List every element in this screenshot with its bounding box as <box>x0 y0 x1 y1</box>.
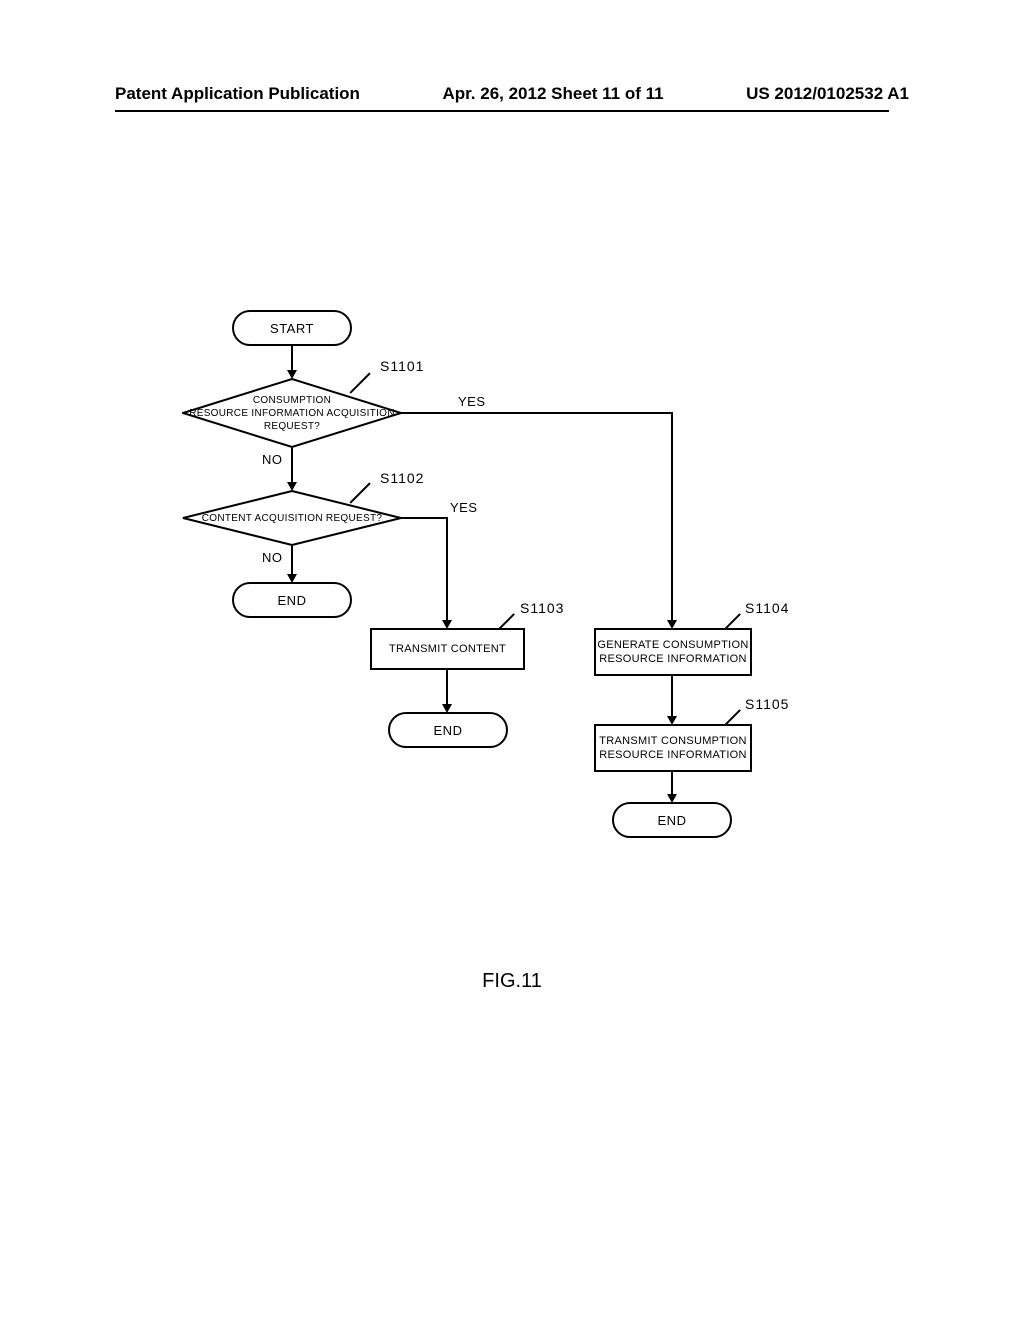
process-s1104: GENERATE CONSUMPTION RESOURCE INFORMATIO… <box>594 628 752 676</box>
step-label-s1104: S1104 <box>745 600 789 616</box>
header-center: Apr. 26, 2012 Sheet 11 of 11 <box>442 84 663 104</box>
connector <box>671 412 673 622</box>
process-s1103: TRANSMIT CONTENT <box>370 628 525 670</box>
decision-s1102: CONTENT ACQUISITION REQUEST? <box>182 490 402 546</box>
decision-text: CONSUMPTION RESOURCE INFORMATION ACQUISI… <box>182 378 402 448</box>
process-text-line2: RESOURCE INFORMATION <box>599 748 747 762</box>
start-label: START <box>270 321 314 336</box>
header-right: US 2012/0102532 A1 <box>746 84 909 104</box>
step-label-s1102: S1102 <box>380 470 424 486</box>
connector <box>446 517 448 622</box>
process-text-line1: TRANSMIT CONSUMPTION <box>599 734 747 748</box>
end-label: END <box>278 593 307 608</box>
no-label: NO <box>262 452 283 467</box>
decision-s1101: CONSUMPTION RESOURCE INFORMATION ACQUISI… <box>182 378 402 448</box>
step-label-s1101: S1101 <box>380 358 424 374</box>
connector <box>671 676 673 718</box>
figure-label: FIG.11 <box>482 970 542 993</box>
process-s1105: TRANSMIT CONSUMPTION RESOURCE INFORMATIO… <box>594 724 752 772</box>
end-terminal-1: END <box>232 582 352 618</box>
header-divider <box>115 110 889 112</box>
yes-label: YES <box>458 394 486 409</box>
end-label: END <box>658 813 687 828</box>
header-left: Patent Application Publication <box>115 84 360 104</box>
step-label-s1105: S1105 <box>745 696 789 712</box>
end-terminal-2: END <box>388 712 508 748</box>
end-label: END <box>434 723 463 738</box>
yes-label: YES <box>450 500 478 515</box>
connector <box>400 412 673 414</box>
no-label: NO <box>262 550 283 565</box>
connector <box>291 546 293 576</box>
connector <box>446 670 448 706</box>
connector <box>400 517 448 519</box>
connector <box>291 448 293 484</box>
connector <box>291 346 293 372</box>
decision-text: CONTENT ACQUISITION REQUEST? <box>182 490 402 546</box>
process-text-line1: GENERATE CONSUMPTION <box>597 638 748 652</box>
start-terminal: START <box>232 310 352 346</box>
step-label-s1103: S1103 <box>520 600 564 616</box>
process-text: TRANSMIT CONTENT <box>389 642 506 656</box>
process-text-line2: RESOURCE INFORMATION <box>599 652 747 666</box>
end-terminal-3: END <box>612 802 732 838</box>
connector <box>671 772 673 796</box>
page-header: Patent Application Publication Apr. 26, … <box>0 84 1024 104</box>
